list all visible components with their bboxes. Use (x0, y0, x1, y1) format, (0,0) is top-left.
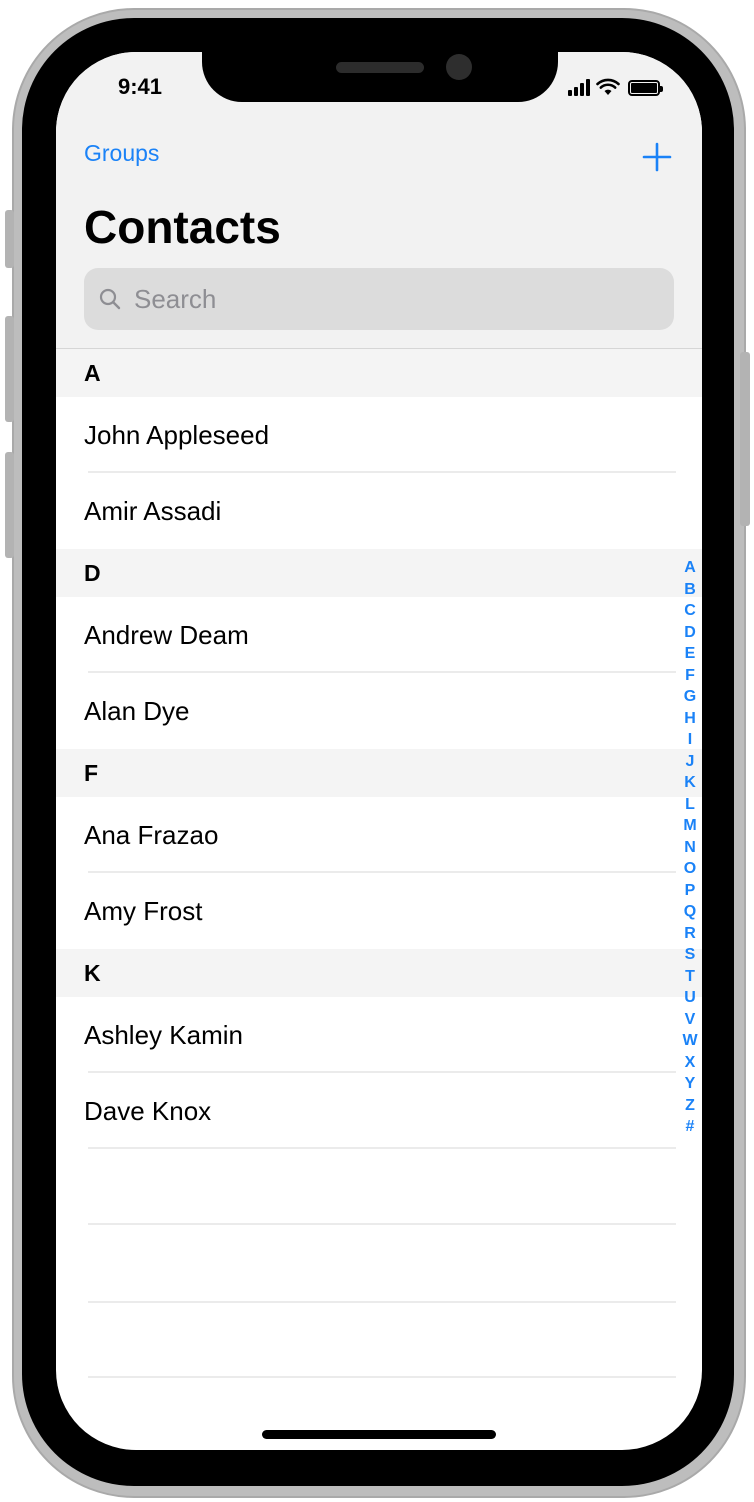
plus-icon (642, 142, 672, 172)
section-header-a: A (56, 349, 702, 397)
index-letter[interactable]: W (682, 1030, 697, 1052)
front-camera (446, 54, 472, 80)
index-letter[interactable]: K (684, 772, 696, 794)
index-letter[interactable]: A (684, 557, 696, 579)
speaker-grille (336, 62, 424, 73)
index-letter[interactable]: J (686, 751, 695, 773)
search-bar[interactable] (84, 268, 674, 330)
index-letter[interactable]: V (685, 1009, 696, 1031)
index-letter[interactable]: L (685, 794, 695, 816)
index-letter[interactable]: E (685, 643, 696, 665)
silent-switch (5, 210, 14, 268)
index-letter[interactable]: D (684, 622, 696, 644)
contact-row[interactable]: Amy Frost (56, 873, 702, 949)
list-separator (88, 1301, 676, 1303)
add-contact-button[interactable] (642, 142, 672, 172)
power-button (740, 352, 750, 526)
index-letter[interactable]: P (685, 880, 696, 902)
cellular-signal-icon (568, 78, 590, 96)
index-letter[interactable]: # (686, 1116, 695, 1138)
list-separator (88, 1223, 676, 1225)
contact-row[interactable]: John Appleseed (56, 397, 702, 473)
index-letter[interactable]: B (684, 579, 696, 601)
contact-row[interactable]: Dave Knox (56, 1073, 702, 1149)
search-input[interactable] (134, 283, 614, 315)
section-header-k: K (56, 949, 702, 997)
index-letter[interactable]: S (685, 944, 696, 966)
search-icon (99, 288, 121, 310)
status-time: 9:41 (118, 74, 163, 99)
contact-list: A John Appleseed Amir Assadi D Andrew De… (56, 349, 702, 1149)
page-title: Contacts (84, 201, 281, 253)
index-letter[interactable]: N (684, 837, 696, 859)
contact-row[interactable]: Andrew Deam (56, 597, 702, 673)
section-header-f: F (56, 749, 702, 797)
battery-icon (628, 80, 663, 96)
index-letter[interactable]: U (684, 987, 696, 1009)
section-header-d: D (56, 549, 702, 597)
contact-row[interactable]: Alan Dye (56, 673, 702, 749)
index-letter[interactable]: Y (685, 1073, 696, 1095)
volume-up-button (5, 316, 14, 422)
wifi-icon (596, 78, 620, 96)
status-icons (568, 76, 663, 96)
contact-row[interactable]: Amir Assadi (56, 473, 702, 549)
index-letter[interactable]: O (684, 858, 696, 880)
index-letter[interactable]: T (685, 966, 695, 988)
index-letter[interactable]: Q (684, 901, 696, 923)
index-letter[interactable]: C (684, 600, 696, 622)
index-letter[interactable]: H (684, 708, 696, 730)
notch (202, 52, 558, 102)
groups-button[interactable]: Groups (84, 140, 159, 167)
home-indicator[interactable] (262, 1430, 496, 1439)
contact-row[interactable]: Ana Frazao (56, 797, 702, 873)
section-index[interactable]: A B C D E F G H I J K L M N O P Q R S T U V W X Y Z # (680, 557, 700, 1138)
volume-down-button (5, 452, 14, 558)
index-letter[interactable]: G (684, 686, 696, 708)
screen: 9:41 Groups Contacts Search A John Apple… (56, 52, 702, 1450)
list-separator (88, 1376, 676, 1378)
index-letter[interactable]: Z (685, 1095, 695, 1117)
contact-row[interactable]: Ashley Kamin (56, 997, 702, 1073)
index-letter[interactable]: X (685, 1052, 696, 1074)
index-letter[interactable]: R (684, 923, 696, 945)
index-letter[interactable]: M (683, 815, 696, 837)
index-letter[interactable]: I (688, 729, 692, 751)
index-letter[interactable]: F (685, 665, 695, 687)
